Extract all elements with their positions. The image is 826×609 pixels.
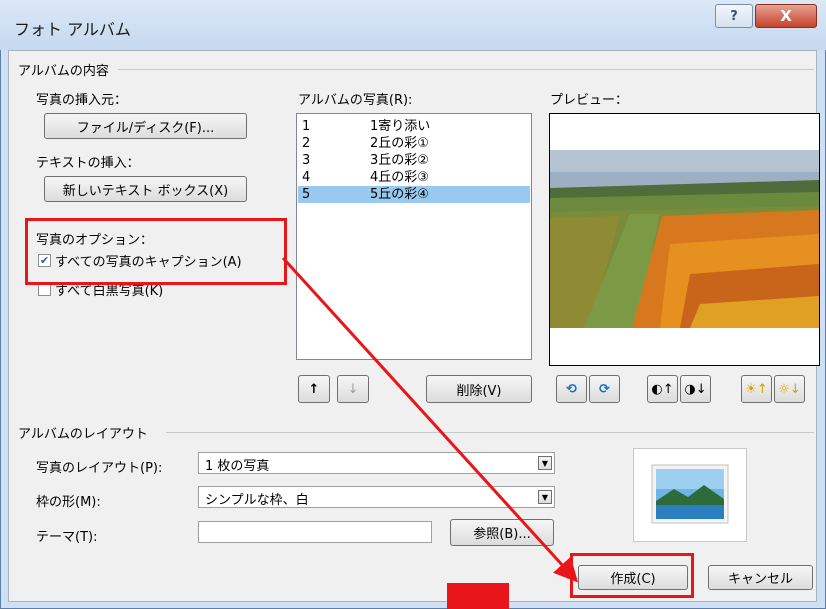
annotation-arrow-icon <box>281 256 579 583</box>
